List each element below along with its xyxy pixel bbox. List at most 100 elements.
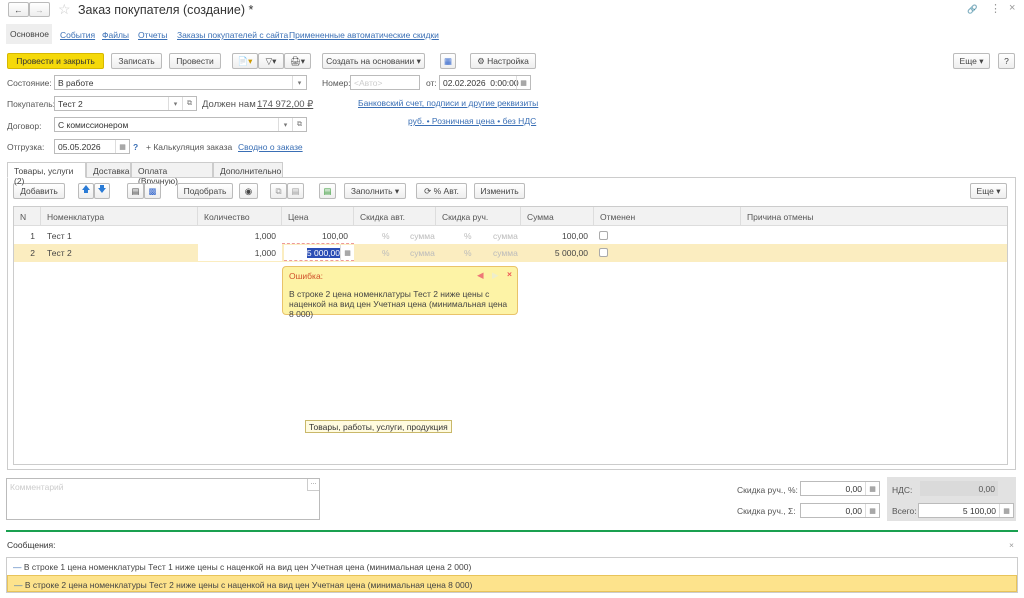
comment-field[interactable]: Комментарий... xyxy=(6,478,320,520)
message-item[interactable]: — В строке 2 цена номенклатуры Тест 2 ни… xyxy=(7,575,1017,592)
vat-value: 0,00 xyxy=(920,481,998,496)
calculation-toggle[interactable]: + Калькуляция заказа xyxy=(146,142,232,152)
eye-icon[interactable]: ◉ xyxy=(239,183,258,199)
col-cancelled[interactable]: Отменен xyxy=(594,207,741,226)
dropdown-icon[interactable]: ▾ xyxy=(292,76,306,89)
price-input[interactable]: 5 000,00 ▦ xyxy=(284,245,354,261)
table-row[interactable]: 1 Тест 1 1,000 100,00 % сумма % сумма 10… xyxy=(14,227,1007,244)
post-and-close-button[interactable]: Провести и закрыть xyxy=(7,53,104,69)
col-sum[interactable]: Сумма xyxy=(521,207,594,226)
move-down-button[interactable]: 🡇 xyxy=(94,183,110,199)
table-header: N Номенклатура Количество Цена Скидка ав… xyxy=(14,207,1007,226)
calendar-icon[interactable]: ▦ xyxy=(115,140,129,153)
calculator-icon[interactable]: ▦ xyxy=(865,482,879,495)
customer-field[interactable]: Тест 2 ⧉ ▾ xyxy=(54,96,197,111)
structure-icon[interactable]: ▦ xyxy=(440,53,456,69)
total-field[interactable]: 5 100,00 ▦ xyxy=(918,503,1014,518)
star-icon[interactable]: ☆ xyxy=(58,1,71,18)
back-button[interactable]: ← xyxy=(8,2,29,17)
close-icon[interactable]: × xyxy=(1009,2,1015,14)
dropdown-icon[interactable]: ▾ xyxy=(278,118,292,131)
tab-reports[interactable]: Отчеты xyxy=(138,30,167,40)
col-item[interactable]: Номенклатура xyxy=(41,207,198,226)
prev-error-icon[interactable]: ◀ xyxy=(477,270,484,281)
pick-button[interactable]: Подобрать xyxy=(177,183,233,199)
calculator-icon[interactable]: ▦ xyxy=(865,504,879,517)
change-button[interactable]: Изменить xyxy=(474,183,525,199)
dropdown-icon[interactable]: ▾ xyxy=(168,97,182,110)
pick-icon[interactable]: ▩ xyxy=(144,183,161,199)
tab-main[interactable]: Основное xyxy=(6,24,52,44)
date-field[interactable]: 02.02.2026 0:00:00 ▦ xyxy=(439,75,531,90)
col-price[interactable]: Цена xyxy=(282,207,354,226)
barcode-icon[interactable]: ▤ xyxy=(127,183,144,199)
copy-icon[interactable]: ⧉ xyxy=(270,183,287,199)
calculator-icon[interactable]: ▦ xyxy=(340,245,354,260)
number-label: Номер: xyxy=(322,78,351,88)
tab-site-orders[interactable]: Заказы покупателей с сайта xyxy=(177,30,288,40)
table-more-label: Еще xyxy=(976,186,994,196)
comment-open-button[interactable]: ... xyxy=(307,479,319,491)
manual-discount-pct-label: Скидка руч., %: xyxy=(737,485,798,495)
tab-events[interactable]: События xyxy=(60,30,95,40)
link-icon[interactable]: 🔗 xyxy=(967,4,978,15)
move-up-button[interactable]: 🡅 xyxy=(78,183,94,199)
cell-sum: 5 000,00 xyxy=(554,248,588,258)
fill-button[interactable]: Заполнить ▾ xyxy=(344,183,406,199)
calendar-icon[interactable]: ▦ xyxy=(516,76,530,89)
number-placeholder: <Авто> xyxy=(354,77,383,88)
table-icon[interactable]: ▤ xyxy=(319,183,336,199)
calculator-icon[interactable]: ▦ xyxy=(999,504,1013,517)
tab-auto-discounts[interactable]: Примененные автоматические скидки xyxy=(289,30,439,40)
message-item[interactable]: — В строке 1 цена номенклатуры Тест 1 ни… xyxy=(7,558,1017,575)
col-qty[interactable]: Количество xyxy=(198,207,282,226)
col-manual-discount[interactable]: Скидка руч. xyxy=(436,207,521,226)
bank-details-link[interactable]: Банковский счет, подписи и другие реквиз… xyxy=(358,98,538,108)
contract-field[interactable]: С комиссионером ⧉ ▾ xyxy=(54,117,307,132)
col-cancel-reason[interactable]: Причина отмены xyxy=(741,207,1007,226)
number-field[interactable]: <Авто> xyxy=(350,75,420,90)
manual-discount-pct-field[interactable]: 0,00 ▦ xyxy=(800,481,880,496)
save-button[interactable]: Записать xyxy=(111,53,162,69)
print-menu-button[interactable]: 🖨▾ xyxy=(284,53,311,69)
cancelled-checkbox[interactable] xyxy=(599,248,608,257)
col-n[interactable]: N xyxy=(14,207,41,226)
close-error-icon[interactable]: × xyxy=(507,269,512,279)
help-button[interactable]: ? xyxy=(998,53,1015,69)
menu-icon[interactable]: ⋮ xyxy=(990,2,1001,15)
message-text: В строке 1 цена номенклатуры Тест 1 ниже… xyxy=(23,562,472,572)
settings-button[interactable]: ⚙ Настройка xyxy=(470,53,536,69)
cell-qty: 1,000 xyxy=(198,244,282,261)
shipment-help[interactable]: ? xyxy=(133,142,138,152)
cell-price[interactable]: 100,00 xyxy=(282,227,354,244)
tab-files[interactable]: Файлы xyxy=(102,30,129,40)
messages-close-icon[interactable]: × xyxy=(1009,540,1014,550)
debt-value[interactable]: 174 972,00 ₽ xyxy=(257,99,313,110)
col-auto-discount[interactable]: Скидка авт. xyxy=(354,207,436,226)
tab-delivery[interactable]: Доставка xyxy=(86,162,131,178)
state-field[interactable]: В работе ▾ xyxy=(54,75,307,90)
table-more-button[interactable]: Еще ▾ xyxy=(970,183,1007,199)
price-settings-link[interactable]: руб. • Розничная цена • без НДС xyxy=(408,116,536,126)
create-based-button[interactable]: Создать на основании ▾ xyxy=(322,53,425,69)
auto-discount-button[interactable]: ⟳ % Авт. xyxy=(416,183,467,199)
open-icon[interactable]: ⧉ xyxy=(182,97,196,110)
post-button[interactable]: Провести xyxy=(169,53,221,69)
open-icon[interactable]: ⧉ xyxy=(292,118,306,131)
filter-menu-button[interactable]: ▽▾ xyxy=(258,53,284,69)
more-button[interactable]: Еще ▾ xyxy=(953,53,990,69)
paste-icon[interactable]: ▤ xyxy=(287,183,304,199)
tab-additional[interactable]: Дополнительно xyxy=(213,162,283,178)
cancelled-checkbox[interactable] xyxy=(599,231,608,240)
table-row[interactable]: 2 Тест 2 1,000 5 000,00 ▦ % сумма % сумма… xyxy=(14,244,1007,262)
contract-value: С комиссионером xyxy=(58,119,129,130)
summary-link[interactable]: Сводно о заказе xyxy=(238,142,303,152)
forward-button[interactable]: → xyxy=(29,2,50,17)
manual-discount-sum-field[interactable]: 0,00 ▦ xyxy=(800,503,880,518)
tab-goods[interactable]: Товары, услуги (2) xyxy=(7,162,86,186)
next-error-icon[interactable]: ▶ xyxy=(492,270,499,281)
cell-man-sum: сумма xyxy=(493,231,518,241)
tab-payment[interactable]: Оплата (Вручную) xyxy=(131,162,213,186)
shipment-date-field[interactable]: 05.05.2026 ▦ xyxy=(54,139,130,154)
document-menu-button[interactable]: 📄▾ xyxy=(232,53,258,69)
